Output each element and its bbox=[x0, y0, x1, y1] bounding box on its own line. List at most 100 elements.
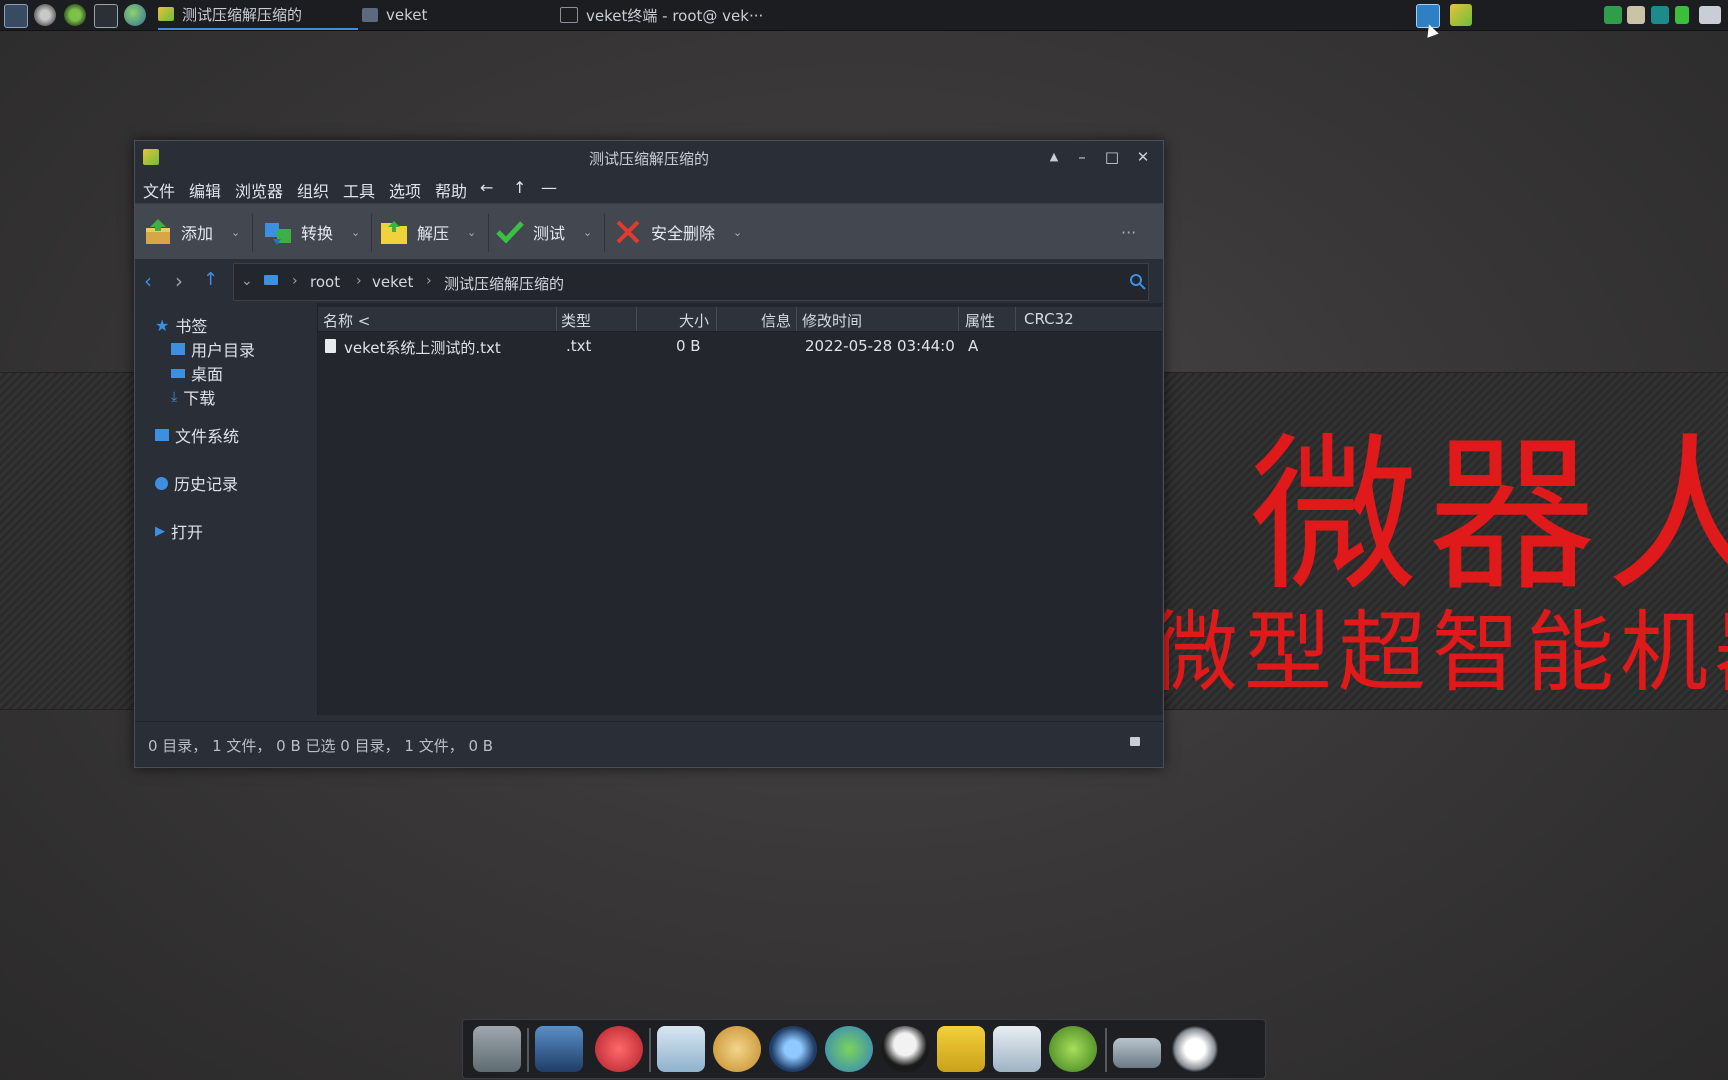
sidebar-history[interactable]: 历史记录 bbox=[155, 471, 238, 495]
test-button[interactable]: 测试 ⌄ bbox=[495, 212, 592, 252]
column-divider[interactable] bbox=[636, 307, 637, 331]
table-row[interactable]: veket系统上测试的.txt .txt 0 B 2022-05-28 03:4… bbox=[318, 335, 1162, 359]
chevron-down-icon[interactable]: ⌄ bbox=[733, 226, 742, 239]
dock-separator bbox=[1105, 1028, 1107, 1072]
globe-icon[interactable] bbox=[124, 4, 146, 26]
col-type[interactable]: 类型 bbox=[561, 310, 591, 331]
more-options-button[interactable]: ··· bbox=[1121, 212, 1136, 252]
network-icon[interactable] bbox=[1651, 6, 1669, 24]
paint-palette-icon[interactable] bbox=[713, 1026, 761, 1072]
drive-icon[interactable] bbox=[1113, 1038, 1161, 1068]
terminal-icon[interactable] bbox=[94, 4, 118, 28]
settings-gear-icon[interactable] bbox=[34, 4, 56, 26]
menu-browser[interactable]: 浏览器 bbox=[235, 178, 283, 202]
media-player-icon[interactable] bbox=[769, 1026, 817, 1072]
notebook-icon[interactable] bbox=[937, 1026, 985, 1072]
workspace-2-icon[interactable] bbox=[1450, 4, 1472, 26]
chevron-down-icon[interactable]: ⌄ bbox=[241, 273, 253, 289]
maximize-icon[interactable]: □ bbox=[1100, 145, 1124, 169]
up-arrow-icon[interactable]: ↑ bbox=[513, 178, 526, 197]
convert-button[interactable]: 转换 ⌄ bbox=[263, 212, 360, 252]
close-icon[interactable]: ✕ bbox=[1131, 145, 1155, 169]
clipboard-icon[interactable] bbox=[1627, 6, 1645, 24]
menu-options[interactable]: 选项 bbox=[389, 178, 421, 202]
chevron-down-icon[interactable]: ⌄ bbox=[351, 226, 360, 239]
battery-icon[interactable] bbox=[1675, 6, 1689, 24]
brightness-sun-icon[interactable] bbox=[1171, 1026, 1219, 1072]
add-button[interactable]: 添加 ⌄ bbox=[143, 212, 240, 252]
contacts-icon[interactable] bbox=[825, 1026, 873, 1072]
menu-tools[interactable]: 工具 bbox=[343, 178, 375, 202]
monitor-icon[interactable] bbox=[535, 1026, 583, 1072]
chart-icon[interactable] bbox=[993, 1026, 1041, 1072]
column-divider[interactable] bbox=[796, 307, 797, 331]
up-icon[interactable]: ↑ bbox=[203, 269, 218, 290]
column-divider[interactable] bbox=[716, 307, 717, 331]
system-monitor-icon[interactable] bbox=[4, 4, 28, 28]
dash-icon[interactable]: — bbox=[541, 178, 557, 197]
col-info[interactable]: 信息 bbox=[761, 310, 791, 331]
home-icon bbox=[171, 343, 185, 355]
back-icon[interactable]: ‹ bbox=[144, 269, 152, 293]
sidebar-label: 文件系统 bbox=[175, 427, 240, 446]
col-size[interactable]: 大小 bbox=[679, 310, 709, 331]
pig-mascot-icon[interactable] bbox=[595, 1026, 643, 1072]
task-terminal[interactable]: veket终端 - root@ vek··· bbox=[560, 0, 780, 30]
chevron-down-icon[interactable]: ⌄ bbox=[583, 226, 592, 239]
path-box[interactable]: ⌄ › root › veket › 测试压缩解压缩的 bbox=[233, 263, 1149, 301]
menu-edit[interactable]: 编辑 bbox=[189, 178, 221, 202]
file-attr: A bbox=[968, 337, 979, 355]
breadcrumb-root[interactable]: root bbox=[310, 273, 340, 291]
chevron-down-icon[interactable]: ⌄ bbox=[467, 226, 476, 239]
search-icon[interactable] bbox=[1129, 273, 1147, 291]
add-label: 添加 bbox=[181, 224, 214, 243]
task-label: veket终端 - root@ vek··· bbox=[586, 6, 764, 25]
col-crc[interactable]: CRC32 bbox=[1024, 310, 1074, 328]
window-titlebar[interactable]: 测试压缩解压缩的 ▲ – □ ✕ bbox=[135, 141, 1163, 173]
keyboard-icon[interactable] bbox=[1699, 6, 1721, 24]
chevron-right-icon: › bbox=[356, 273, 362, 289]
breadcrumb-veket[interactable]: veket bbox=[372, 273, 413, 291]
back-arrow-icon[interactable]: ← bbox=[480, 178, 493, 197]
task-folder-veket[interactable]: veket bbox=[362, 0, 542, 30]
breadcrumb-current[interactable]: 测试压缩解压缩的 bbox=[444, 273, 564, 294]
sidebar-home[interactable]: 用户目录 bbox=[171, 337, 255, 361]
column-divider[interactable] bbox=[556, 307, 557, 331]
shield-icon[interactable] bbox=[1604, 6, 1622, 24]
folder-icon bbox=[155, 429, 169, 441]
lock-icon[interactable] bbox=[1130, 737, 1140, 746]
sidebar-downloads[interactable]: ⤓ 下载 bbox=[171, 385, 215, 409]
column-divider[interactable] bbox=[958, 307, 959, 331]
col-attr[interactable]: 属性 bbox=[965, 310, 995, 331]
help-question-icon[interactable] bbox=[1049, 1026, 1097, 1072]
shade-icon[interactable]: ▲ bbox=[1042, 145, 1066, 169]
computer-icon[interactable] bbox=[264, 275, 278, 285]
file-manager-icon[interactable] bbox=[473, 1026, 521, 1072]
task-archive-window[interactable]: 测试压缩解压缩的 bbox=[158, 0, 358, 30]
minimize-icon[interactable]: – bbox=[1070, 145, 1094, 169]
menu-help[interactable]: 帮助 bbox=[435, 178, 467, 202]
file-modified: 2022-05-28 03:44:0 bbox=[805, 337, 955, 355]
sidebar-bookmarks[interactable]: ★ 书签 bbox=[155, 313, 207, 337]
sidebar-desktop[interactable]: 桌面 bbox=[171, 361, 223, 385]
column-divider[interactable] bbox=[1015, 307, 1016, 331]
menu-file[interactable]: 文件 bbox=[143, 178, 175, 202]
notepad-icon[interactable] bbox=[657, 1026, 705, 1072]
col-modified[interactable]: 修改时间 bbox=[802, 310, 862, 331]
forward-icon[interactable]: › bbox=[175, 269, 183, 293]
penguin-icon[interactable] bbox=[881, 1026, 929, 1072]
status-text: 0 目录， 1 文件， 0 B 已选 0 目录， 1 文件， 0 B bbox=[148, 737, 494, 755]
chevron-down-icon[interactable]: ⌄ bbox=[231, 226, 240, 239]
col-name[interactable]: 名称 < bbox=[323, 310, 370, 331]
sidebar-filesystem[interactable]: 文件系统 bbox=[155, 423, 239, 447]
column-header: 名称 < 类型 大小 信息 修改时间 属性 CRC32 bbox=[318, 307, 1162, 332]
clock-icon bbox=[155, 476, 168, 490]
sidebar-open[interactable]: ▶ 打开 bbox=[155, 519, 203, 543]
menubar: 文件 编辑 浏览器 组织 工具 选项 帮助 ← ↑ — bbox=[135, 173, 1163, 203]
menu-organize[interactable]: 组织 bbox=[297, 178, 329, 202]
convert-label: 转换 bbox=[301, 224, 334, 243]
run-arrow-icon[interactable] bbox=[64, 4, 86, 26]
extract-button[interactable]: 解压 ⌄ bbox=[379, 212, 476, 252]
checkmark-icon bbox=[496, 221, 524, 244]
safe-delete-button[interactable]: 安全删除 ⌄ bbox=[613, 212, 742, 252]
